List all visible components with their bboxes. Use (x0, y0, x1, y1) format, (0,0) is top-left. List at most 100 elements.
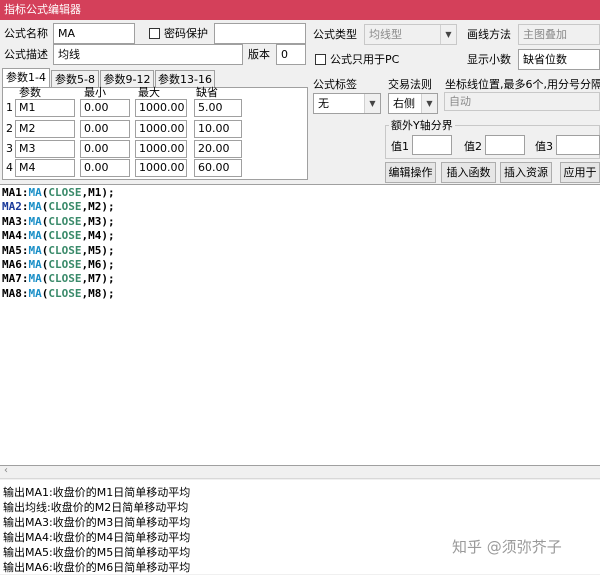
param-min-input[interactable]: 0.00 (80, 140, 130, 158)
value1-input[interactable] (412, 135, 452, 155)
param-header-min: 最小 (84, 86, 106, 99)
draw-method-select[interactable]: 主图叠加 (518, 24, 600, 45)
param-default-input[interactable]: 10.00 (194, 120, 242, 138)
code-lines: MA1:MA(CLOSE,M1); MA2:MA(CLOSE,M2); MA3:MA… (2, 186, 115, 301)
tab-params-1-4[interactable]: 参数1-4 (2, 68, 50, 88)
draw-method-value: 主图叠加 (523, 28, 567, 41)
code-param: M2 (88, 200, 102, 214)
chevron-down-icon: ▼ (440, 25, 456, 44)
formula-name-label: 公式名称 (4, 27, 48, 40)
param-min-input[interactable]: 0.00 (80, 120, 130, 138)
code-line: MA2:MA(CLOSE,M2); (2, 200, 115, 214)
code-argument: CLOSE (48, 243, 82, 257)
pc-only-label: 公式只用于PC (330, 53, 400, 66)
coord-lines-input[interactable]: 自动 (444, 92, 600, 111)
code-var-name: MA4 (2, 229, 22, 243)
code-param: M6 (88, 258, 102, 272)
param-default-input[interactable]: 20.00 (194, 140, 242, 158)
code-line: MA7:MA(CLOSE,M7); (2, 272, 115, 286)
param-header-max: 最大 (138, 86, 160, 99)
decimals-value: 缺省位数 (523, 53, 567, 66)
param-row-index: 1 (6, 101, 13, 114)
param-header-default: 缺省 (196, 86, 218, 99)
version-input[interactable]: 0 (276, 44, 306, 65)
watermark: 知乎 @须弥芥子 (452, 538, 562, 556)
code-function: MA (28, 243, 42, 257)
trade-rule-select[interactable]: 右侧 ▼ (388, 93, 438, 114)
formula-name-input[interactable]: MA (53, 23, 135, 44)
output-line: 输出MA6:收盘价的M6日简单移动平均 (3, 561, 191, 574)
scroll-left-icon[interactable]: ‹ (4, 465, 8, 476)
formula-type-select[interactable]: 均线型 ▼ (364, 24, 457, 45)
pc-only-checkbox[interactable] (315, 54, 326, 65)
formula-type-value: 均线型 (369, 28, 402, 41)
value3-input[interactable] (556, 135, 600, 155)
insert-resource-button[interactable]: 插入资源 (500, 162, 552, 183)
output-line: 输出MA4:收盘价的M4日简单移动平均 (3, 531, 191, 544)
code-line: MA4:MA(CLOSE,M4); (2, 229, 115, 243)
horizontal-scrollbar[interactable]: ‹ (0, 465, 600, 479)
password-input[interactable] (214, 23, 306, 44)
code-function: MA (28, 258, 42, 272)
trade-rule-label: 交易法则 (388, 78, 432, 91)
code-var-name: MA8 (2, 286, 22, 300)
window-titlebar[interactable]: 指标公式编辑器 (0, 0, 600, 20)
param-max-input[interactable]: 1000.00 (135, 140, 187, 158)
chevron-down-icon: ▼ (364, 94, 380, 113)
code-param: M5 (88, 243, 102, 257)
code-param: M1 (88, 186, 102, 199)
decimals-select[interactable]: 缺省位数 (518, 49, 600, 70)
param-max-input[interactable]: 1000.00 (135, 99, 187, 117)
param-name-input[interactable]: M4 (15, 159, 75, 177)
value2-input[interactable] (485, 135, 525, 155)
code-argument: CLOSE (48, 186, 82, 199)
param-min-input[interactable]: 0.00 (80, 159, 130, 177)
trade-rule-value: 右侧 (393, 97, 415, 110)
extra-y-axis-label: 额外Y轴分界 (389, 119, 455, 133)
code-line: MA6:MA(CLOSE,M6); (2, 258, 115, 272)
apply-to-button[interactable]: 应用于 (560, 162, 600, 183)
code-param: M7 (88, 272, 102, 286)
output-panel: 输出MA1:收盘价的M1日简单移动平均 输出均线:收盘价的M2日简单移动平均 输出M… (0, 480, 600, 574)
param-default-input[interactable]: 60.00 (194, 159, 242, 177)
output-line: 输出MA3:收盘价的M3日简单移动平均 (3, 516, 191, 529)
insert-function-button[interactable]: 插入函数 (441, 162, 496, 183)
param-name-input[interactable]: M2 (15, 120, 75, 138)
code-function: MA (28, 229, 42, 243)
formula-tag-label: 公式标签 (313, 78, 357, 91)
code-function: MA (28, 200, 42, 214)
code-function: MA (28, 272, 42, 286)
chevron-down-icon: ▼ (421, 94, 437, 113)
formula-type-label: 公式类型 (313, 28, 357, 41)
code-argument: CLOSE (48, 258, 82, 272)
edit-operation-button[interactable]: 编辑操作 (385, 162, 436, 183)
value2-label: 值2 (464, 140, 482, 153)
formula-desc-input[interactable]: 均线 (53, 44, 243, 65)
code-argument: CLOSE (48, 272, 82, 286)
window-title: 指标公式编辑器 (4, 3, 81, 16)
param-max-input[interactable]: 1000.00 (135, 120, 187, 138)
param-default-input[interactable]: 5.00 (194, 99, 242, 117)
param-header-name: 参数 (19, 86, 41, 99)
param-name-input[interactable]: M3 (15, 140, 75, 158)
code-line: MA3:MA(CLOSE,M3); (2, 214, 115, 228)
formula-desc-label: 公式描述 (4, 48, 48, 61)
param-row-index: 3 (6, 142, 13, 155)
code-argument: CLOSE (48, 229, 82, 243)
code-editor[interactable]: MA1:MA(CLOSE,M1); MA2:MA(CLOSE,M2); MA3:MA… (0, 184, 600, 466)
formula-tag-select[interactable]: 无 ▼ (313, 93, 381, 114)
code-argument: CLOSE (48, 286, 82, 300)
password-checkbox[interactable] (149, 28, 160, 39)
param-name-input[interactable]: M1 (15, 99, 75, 117)
code-function: MA (28, 186, 42, 199)
code-argument: CLOSE (48, 214, 82, 228)
code-function: MA (28, 214, 42, 228)
coord-lines-label: 坐标线位置,最多6个,用分号分隔 (445, 78, 600, 91)
code-param: M4 (88, 229, 102, 243)
output-lines: 输出MA1:收盘价的M1日简单移动平均 输出均线:收盘价的M2日简单移动平均 输出M… (3, 485, 190, 575)
draw-method-label: 画线方法 (467, 28, 511, 41)
code-argument: CLOSE (48, 200, 82, 214)
param-max-input[interactable]: 1000.00 (135, 159, 187, 177)
code-var-name: MA3 (2, 214, 22, 228)
param-min-input[interactable]: 0.00 (80, 99, 130, 117)
